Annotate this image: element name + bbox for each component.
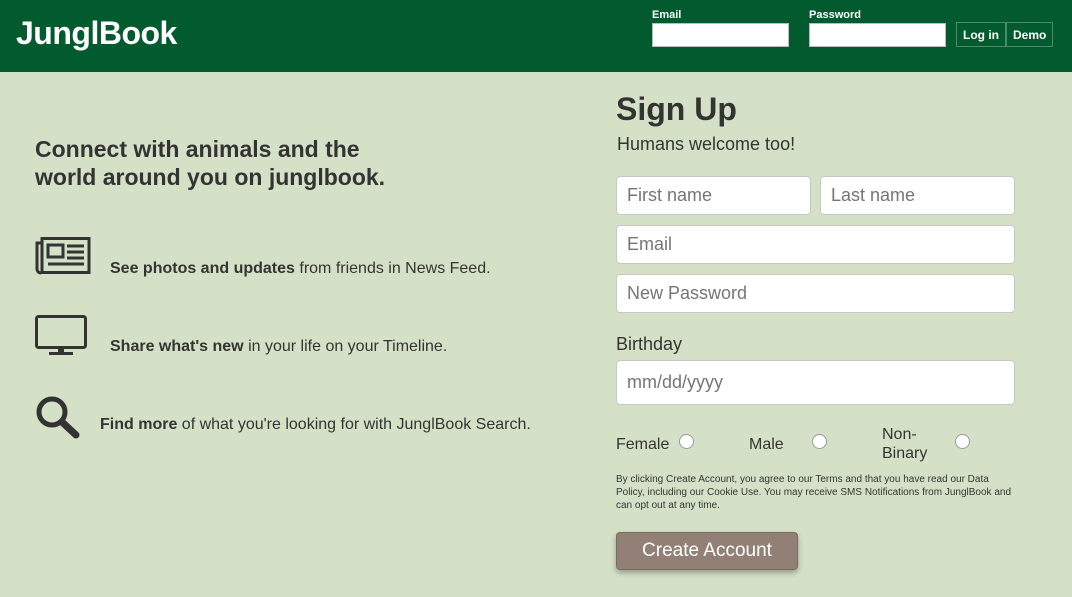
feature-news-feed-bold: See photos and updates — [110, 260, 295, 277]
feature-timeline-rest: in your life on your Timeline. — [243, 338, 448, 355]
search-icon — [35, 395, 81, 444]
email-label: Email — [652, 9, 682, 21]
first-name-input[interactable] — [616, 176, 811, 215]
demo-button[interactable]: Demo — [1006, 22, 1054, 47]
password-label: Password — [809, 9, 861, 21]
last-name-input[interactable] — [820, 176, 1015, 215]
top-header: JunglBook Email Password Log in Demo — [0, 0, 1072, 72]
feature-search-rest: of what you're looking for with JunglBoo… — [177, 416, 531, 433]
create-account-button[interactable]: Create Account — [616, 532, 798, 570]
gender-nonbinary-line-2: Binary — [882, 445, 928, 462]
signup-email-input[interactable] — [616, 225, 1015, 264]
feature-search: Find more of what you're looking for wit… — [100, 416, 531, 434]
birthday-input[interactable] — [616, 360, 1015, 405]
feature-news-feed: See photos and updates from friends in N… — [110, 260, 491, 278]
gender-nonbinary-line-1: Non- — [882, 426, 917, 443]
tagline-line-1: Connect with animals and the — [35, 136, 360, 162]
feature-news-feed-rest: from friends in News Feed. — [294, 260, 491, 277]
gender-nonbinary-radio[interactable] — [955, 434, 970, 449]
logo[interactable]: JunglBook — [16, 15, 177, 52]
gender-male-radio[interactable] — [812, 434, 827, 449]
new-password-input[interactable] — [616, 274, 1015, 313]
monitor-icon — [35, 315, 87, 362]
terms-text: By clicking Create Account, you agree to… — [616, 474, 1012, 511]
newspaper-icon — [35, 237, 91, 280]
gender-nonbinary-label: Non- Binary — [882, 425, 927, 463]
feature-timeline: Share what's new in your life on your Ti… — [110, 338, 447, 356]
gender-female-radio[interactable] — [679, 434, 694, 449]
feature-search-bold: Find more — [100, 416, 178, 433]
birthday-label: Birthday — [616, 334, 683, 354]
feature-timeline-bold: Share what's new — [110, 338, 244, 355]
tagline: Connect with animals and the world aroun… — [35, 135, 435, 191]
signup-subtitle: Humans welcome too! — [617, 134, 796, 154]
login-password-input[interactable] — [809, 23, 946, 47]
login-email-input[interactable] — [652, 23, 789, 47]
signup-title: Sign Up — [616, 91, 737, 127]
gender-male-label: Male — [749, 436, 784, 453]
login-button[interactable]: Log in — [956, 22, 1006, 47]
gender-female-label: Female — [616, 436, 670, 453]
tagline-line-2: world around you on junglbook. — [35, 164, 386, 190]
